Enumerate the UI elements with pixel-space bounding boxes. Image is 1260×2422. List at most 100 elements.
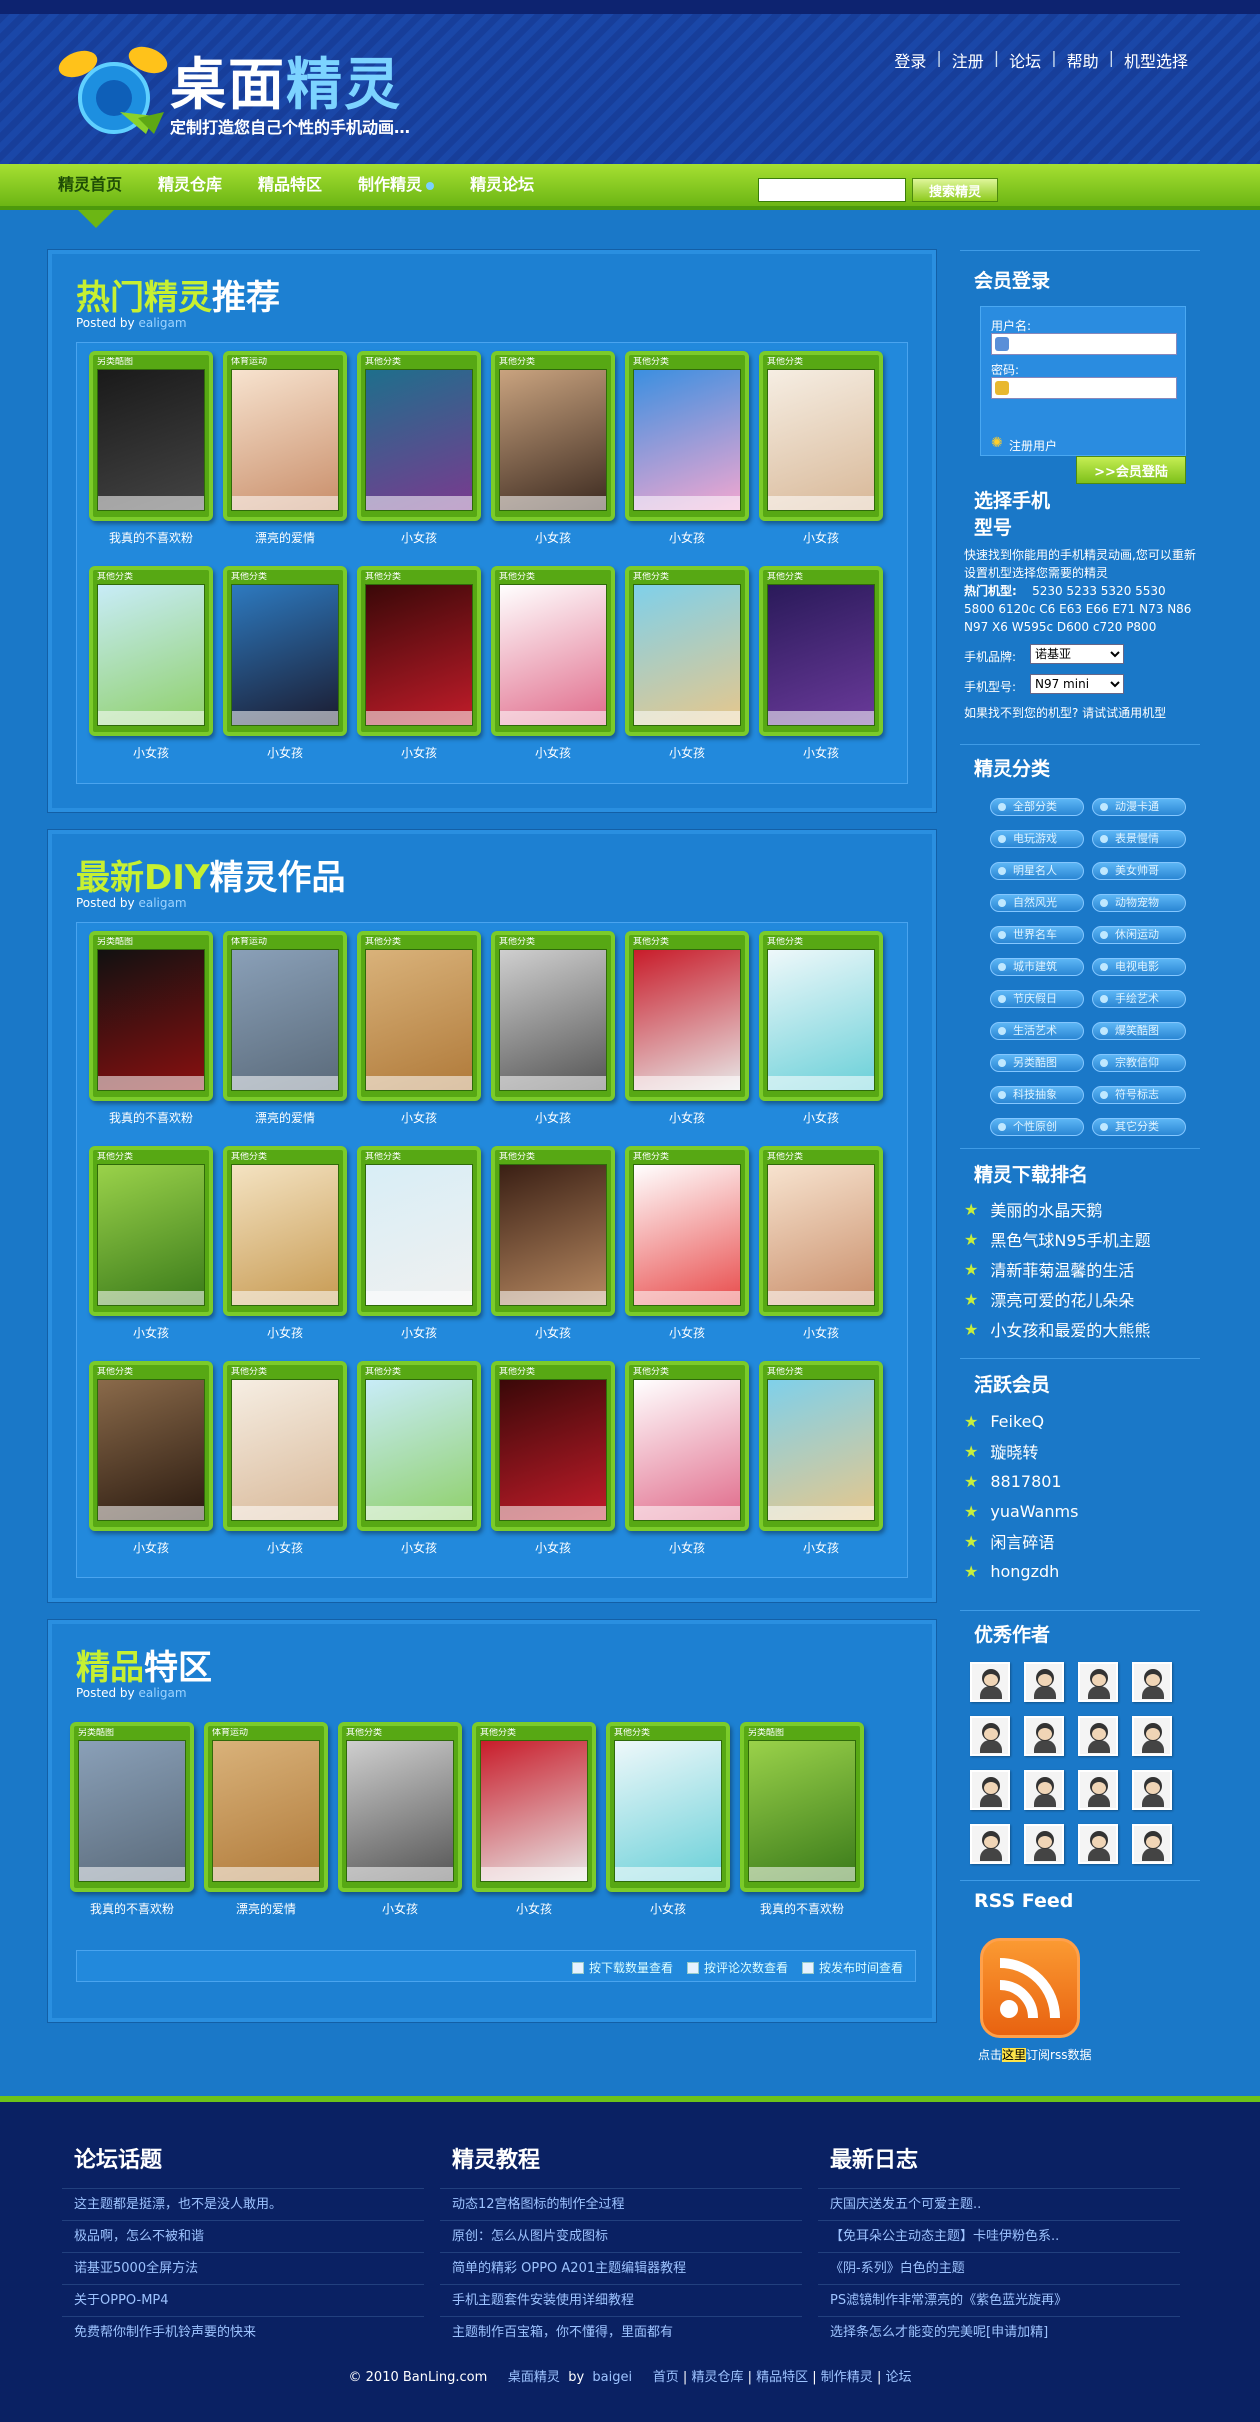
category-pill[interactable]: 个性原创	[990, 1118, 1084, 1136]
thumb-caption[interactable]: 小女孩	[89, 744, 213, 761]
sprite-thumb[interactable]: 体育运动 漂亮的爱情	[223, 351, 357, 566]
footer-link-featured[interactable]: 精品特区	[756, 2370, 808, 2385]
sprite-thumb[interactable]: 其他分类 小女孩	[625, 566, 759, 781]
sprite-thumb[interactable]: 其他分类 小女孩	[357, 1361, 491, 1576]
thumb-caption[interactable]: 小女孩	[491, 529, 615, 546]
footer-link[interactable]: 极品啊，怎么不被和谐	[62, 2220, 424, 2252]
thumb-caption[interactable]: 小女孩	[759, 1324, 883, 1341]
thumb-caption[interactable]: 小女孩	[357, 744, 481, 761]
category-pill[interactable]: 全部分类	[990, 798, 1084, 816]
thumb-caption[interactable]: 我真的不喜欢粉	[89, 1109, 213, 1126]
phone-preview[interactable]: 其他分类	[223, 1146, 347, 1316]
author-avatar[interactable]	[970, 1662, 1010, 1702]
footer-author-link[interactable]: baigei	[592, 2370, 632, 2385]
ranking-item[interactable]: ★ 清新菲菊温馨的生活	[964, 1254, 1200, 1284]
category-pill[interactable]: 电玩游戏	[990, 830, 1084, 848]
forum-link[interactable]: 论坛	[1009, 48, 1041, 72]
rss-icon[interactable]	[980, 1938, 1080, 2038]
thumb-caption[interactable]: 小女孩	[89, 1539, 213, 1556]
author-avatar[interactable]	[1024, 1662, 1064, 1702]
ranking-item[interactable]: ★ 漂亮可爱的花儿朵朵	[964, 1284, 1200, 1314]
category-pill[interactable]: 生活艺术	[990, 1022, 1084, 1040]
category-pill[interactable]: 手绘艺术	[1092, 990, 1186, 1008]
phone-preview[interactable]: 其他分类	[625, 566, 749, 736]
model-not-found[interactable]: 如果找不到您的机型? 请试试通用机型	[964, 704, 1166, 722]
thumb-caption[interactable]: 小女孩	[491, 1324, 615, 1341]
phone-preview[interactable]: 其他分类	[89, 1146, 213, 1316]
member-item[interactable]: ★ 闲言碎语	[964, 1526, 1200, 1556]
thumb-caption[interactable]: 小女孩	[223, 744, 347, 761]
sprite-thumb[interactable]: 其他分类 小女孩	[759, 1146, 893, 1361]
category-pill[interactable]: 电视电影	[1092, 958, 1186, 976]
thumb-caption[interactable]: 小女孩	[625, 1539, 749, 1556]
sort-by-comments[interactable]: 按评论次数查看	[686, 1959, 788, 1976]
sprite-thumb[interactable]: 其他分类 小女孩	[357, 1146, 491, 1361]
thumb-caption[interactable]: 小女孩	[338, 1900, 462, 1917]
phone-preview[interactable]: 其他分类	[491, 1361, 615, 1531]
author-avatar[interactable]	[1078, 1824, 1118, 1864]
footer-link[interactable]: 《阴-系列》白色的主题	[818, 2252, 1180, 2284]
sprite-thumb[interactable]: 其他分类 小女孩	[357, 351, 491, 566]
site-logo[interactable]: 桌面精灵 定制打造您自己个性的手机动画…	[58, 36, 478, 146]
sprite-thumb[interactable]: 另类酷图 我真的不喜欢粉	[740, 1722, 874, 1937]
sprite-thumb[interactable]: 其他分类 小女孩	[491, 566, 625, 781]
footer-link[interactable]: 关于OPPO-MP4	[62, 2284, 424, 2316]
sprite-thumb[interactable]: 另类酷图 我真的不喜欢粉	[89, 351, 223, 566]
member-item[interactable]: ★ 8817801	[964, 1466, 1200, 1496]
phone-preview[interactable]: 其他分类	[357, 351, 481, 521]
category-pill[interactable]: 城市建筑	[990, 958, 1084, 976]
phone-preview[interactable]: 其他分类	[759, 351, 883, 521]
phone-preview[interactable]: 其他分类	[223, 1361, 347, 1531]
rss-here-link[interactable]: 这里	[1002, 2048, 1027, 2062]
author-avatar[interactable]	[1132, 1716, 1172, 1756]
thumb-caption[interactable]: 小女孩	[625, 1324, 749, 1341]
thumb-caption[interactable]: 小女孩	[491, 1109, 615, 1126]
phone-preview[interactable]: 其他分类	[625, 1361, 749, 1531]
thumb-caption[interactable]: 小女孩	[357, 1324, 481, 1341]
brand-select[interactable]: 诺基亚	[1030, 644, 1124, 664]
nav-forum[interactable]: 精灵论坛	[452, 164, 552, 210]
category-pill[interactable]: 宗教信仰	[1092, 1054, 1186, 1072]
phone-preview[interactable]: 其他分类	[491, 351, 615, 521]
category-pill[interactable]: 爆笑酷图	[1092, 1022, 1186, 1040]
sprite-thumb[interactable]: 其他分类 小女孩	[606, 1722, 740, 1937]
category-pill[interactable]: 美女帅哥	[1092, 862, 1186, 880]
ranking-item[interactable]: ★ 美丽的水晶天鹅	[964, 1194, 1200, 1224]
author-avatar[interactable]	[970, 1770, 1010, 1810]
category-pill[interactable]: 科技抽象	[990, 1086, 1084, 1104]
member-item[interactable]: ★ hongzdh	[964, 1556, 1200, 1586]
sort-by-downloads[interactable]: 按下载数量查看	[571, 1959, 673, 1976]
phone-preview[interactable]: 其他分类	[338, 1722, 462, 1892]
thumb-caption[interactable]: 小女孩	[357, 529, 481, 546]
phone-preview[interactable]: 其他分类	[759, 931, 883, 1101]
ranking-item[interactable]: ★ 黑色气球N95手机主题	[964, 1224, 1200, 1254]
phone-preview[interactable]: 另类酷图	[89, 351, 213, 521]
thumb-caption[interactable]: 小女孩	[625, 1109, 749, 1126]
login-link[interactable]: 登录	[894, 48, 926, 72]
help-link[interactable]: 帮助	[1067, 48, 1099, 72]
phone-preview[interactable]: 其他分类	[89, 566, 213, 736]
sprite-thumb[interactable]: 其他分类 小女孩	[759, 931, 893, 1146]
footer-link[interactable]: 免费帮你制作手机铃声要的快来	[62, 2316, 424, 2348]
sprite-thumb[interactable]: 其他分类 小女孩	[625, 931, 759, 1146]
sprite-thumb[interactable]: 其他分类 小女孩	[357, 931, 491, 1146]
phone-preview[interactable]: 其他分类	[759, 1361, 883, 1531]
category-pill[interactable]: 动漫卡通	[1092, 798, 1186, 816]
author-avatar[interactable]	[970, 1824, 1010, 1864]
model-select-link[interactable]: 机型选择	[1124, 48, 1188, 72]
sprite-thumb[interactable]: 其他分类 小女孩	[759, 351, 893, 566]
thumb-caption[interactable]: 小女孩	[625, 744, 749, 761]
member-item[interactable]: ★ 璇晓转	[964, 1436, 1200, 1466]
phone-preview[interactable]: 体育运动	[223, 931, 347, 1101]
sprite-thumb[interactable]: 其他分类 小女孩	[89, 1146, 223, 1361]
phone-preview[interactable]: 其他分类	[357, 1361, 481, 1531]
thumb-caption[interactable]: 漂亮的爱情	[223, 1109, 347, 1126]
sprite-thumb[interactable]: 体育运动 漂亮的爱情	[204, 1722, 338, 1937]
phone-preview[interactable]: 其他分类	[625, 931, 749, 1101]
sprite-thumb[interactable]: 其他分类 小女孩	[223, 566, 357, 781]
phone-preview[interactable]: 其他分类	[625, 351, 749, 521]
search-input[interactable]	[758, 178, 906, 202]
author-avatar[interactable]	[1132, 1662, 1172, 1702]
author-avatar[interactable]	[1024, 1770, 1064, 1810]
phone-preview[interactable]: 其他分类	[491, 931, 615, 1101]
